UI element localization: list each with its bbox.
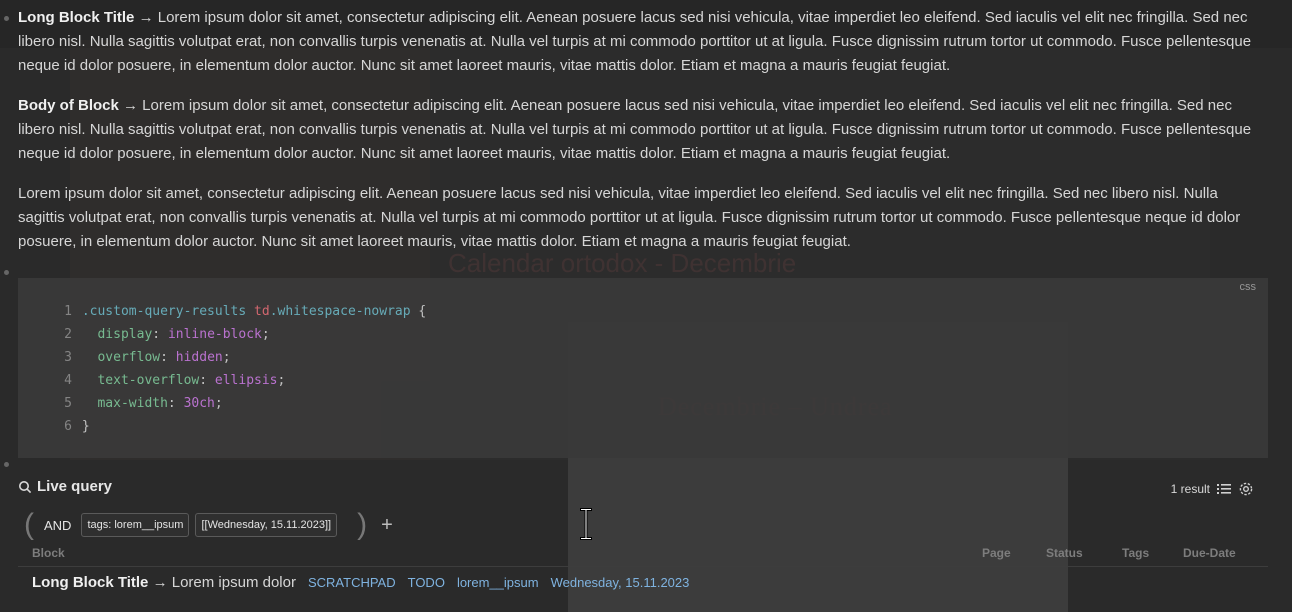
live-query-header[interactable]: Live query bbox=[18, 478, 112, 495]
arrow-glyph: → bbox=[138, 9, 154, 26]
column-status[interactable]: Status bbox=[1046, 546, 1083, 560]
row-block-text: Lorem ipsum dolor bbox=[167, 574, 296, 591]
block-text: Lorem ipsum dolor sit amet, consectetur … bbox=[18, 97, 1252, 162]
ref-date[interactable]: Wednesday, 15.11.2023 bbox=[551, 574, 690, 592]
code-token: text-overflow bbox=[81, 373, 200, 388]
column-page[interactable]: Page bbox=[982, 546, 1011, 560]
code-token: 30ch bbox=[183, 396, 215, 411]
code-language-label: css bbox=[1239, 281, 1257, 293]
code-token: .whitespace-nowrap bbox=[269, 304, 411, 319]
code-token: { bbox=[410, 304, 427, 319]
block-text: Lorem ipsum dolor sit amet, consectetur … bbox=[18, 9, 1252, 74]
table-divider bbox=[18, 566, 1268, 567]
arrow-glyph: → bbox=[152, 574, 168, 591]
code-line: 4 text-overflow: ellipsis; bbox=[58, 369, 426, 392]
line-number: 4 bbox=[64, 373, 72, 388]
code-token: ; bbox=[222, 350, 231, 365]
filter-tags[interactable]: tags: lorem__ipsum bbox=[81, 513, 190, 537]
ref-todo[interactable]: TODO bbox=[408, 574, 445, 592]
block-body[interactable]: Body of Block → Lorem ipsum dolor sit am… bbox=[18, 94, 1268, 166]
search-icon bbox=[18, 480, 32, 494]
column-block[interactable]: Block bbox=[32, 546, 65, 560]
list-view-icon[interactable] bbox=[1216, 482, 1232, 496]
result-count: 1 result bbox=[1170, 482, 1210, 496]
code-token: ; bbox=[277, 373, 286, 388]
line-number: 1 bbox=[64, 304, 72, 319]
code-block[interactable]: css 1 .custom-query-results td.whitespac… bbox=[18, 278, 1268, 458]
line-number: 5 bbox=[64, 396, 72, 411]
code-line: 6 } bbox=[58, 415, 426, 438]
code-token: ; bbox=[261, 327, 270, 342]
group-close-paren: ) bbox=[357, 508, 368, 541]
code-token: max-width bbox=[81, 396, 168, 411]
code-line: 1 .custom-query-results td.whitespace-no… bbox=[58, 300, 426, 323]
block-title: Long Block Title bbox=[18, 9, 135, 26]
ref-scratchpad[interactable]: SCRATCHPAD bbox=[308, 574, 396, 592]
gear-icon[interactable] bbox=[1238, 481, 1254, 497]
operator-label[interactable]: AND bbox=[44, 518, 71, 533]
code-token: overflow bbox=[81, 350, 161, 365]
code-token: : bbox=[167, 396, 184, 411]
code-token: : bbox=[160, 350, 176, 365]
code-token: inline-block bbox=[167, 327, 262, 342]
code-token: : bbox=[199, 373, 215, 388]
block-bullet[interactable] bbox=[4, 462, 9, 467]
table-row[interactable]: Long Block Title → Lorem ipsum dolor SCR… bbox=[32, 574, 689, 592]
code-token: ; bbox=[214, 396, 223, 411]
code-token: display bbox=[81, 327, 153, 342]
code-lines: 1 .custom-query-results td.whitespace-no… bbox=[58, 300, 426, 438]
code-line: 3 overflow: hidden; bbox=[58, 346, 426, 369]
line-number: 6 bbox=[64, 419, 72, 434]
code-line: 5 max-width: 30ch; bbox=[58, 392, 426, 415]
code-token: td bbox=[246, 304, 270, 319]
filter-date[interactable]: [[Wednesday, 15.11.2023]] bbox=[195, 513, 338, 537]
text-cursor-icon bbox=[578, 508, 594, 545]
block-plain[interactable]: Lorem ipsum dolor sit amet, consectetur … bbox=[18, 182, 1268, 254]
column-tags[interactable]: Tags bbox=[1122, 546, 1149, 560]
line-number: 2 bbox=[64, 327, 72, 342]
column-due-date[interactable]: Due-Date bbox=[1183, 546, 1236, 560]
live-query-title: Live query bbox=[37, 478, 113, 495]
block-text: Lorem ipsum dolor sit amet, consectetur … bbox=[18, 185, 1241, 250]
code-token: hidden bbox=[175, 350, 223, 365]
row-block-title: Long Block Title bbox=[32, 574, 149, 591]
query-builder[interactable]: ( AND tags: lorem__ipsum [[Wednesday, 15… bbox=[24, 507, 393, 543]
line-number: 3 bbox=[64, 350, 72, 365]
ref-tag[interactable]: lorem__ipsum bbox=[457, 574, 539, 592]
code-token: ellipsis bbox=[214, 373, 278, 388]
code-token: } bbox=[81, 419, 90, 434]
block-bullet[interactable] bbox=[4, 16, 9, 21]
block-title: Body of Block bbox=[18, 97, 119, 114]
group-open-paren: ( bbox=[24, 508, 34, 541]
code-token: : bbox=[152, 327, 168, 342]
block-bullet[interactable] bbox=[4, 270, 9, 275]
add-filter-button[interactable]: + bbox=[381, 514, 393, 537]
query-result-controls: 1 result bbox=[1171, 481, 1254, 497]
arrow-glyph: → bbox=[123, 97, 139, 114]
row-block-cell[interactable]: Long Block Title → Lorem ipsum dolor bbox=[32, 574, 296, 592]
code-line: 2 display: inline-block; bbox=[58, 323, 426, 346]
code-token: .custom-query-results bbox=[81, 304, 247, 319]
block-long-title[interactable]: Long Block Title → Lorem ipsum dolor sit… bbox=[18, 6, 1268, 78]
